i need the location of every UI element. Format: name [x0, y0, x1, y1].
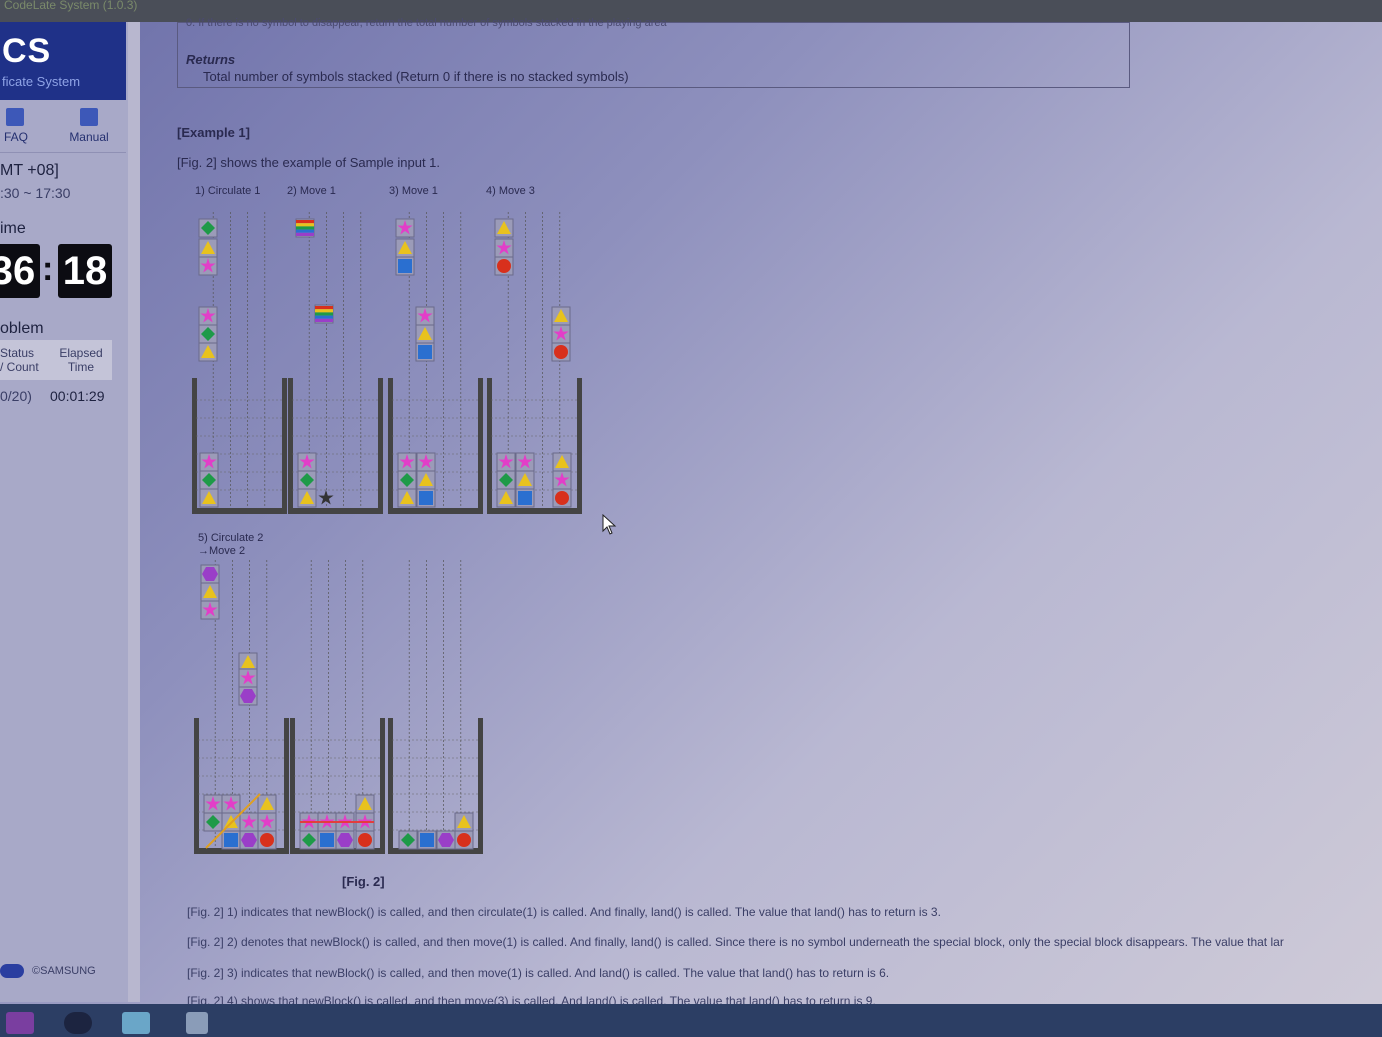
special-block-stripe — [315, 315, 333, 319]
col-elapsed-text: Elapsed Time — [59, 346, 103, 374]
timer-minutes: 36 — [0, 244, 40, 298]
window-title: CodeLate System (1.0.3) — [4, 0, 138, 12]
problem-content: 0. If there is no symbol to disappear, r… — [152, 17, 1382, 1004]
brand-header: CS ficate System — [0, 22, 126, 100]
samsung-text: ©SAMSUNG — [32, 964, 96, 977]
special-block-stripe — [296, 223, 314, 227]
problem-row[interactable]: 0/20) 00:01:29 — [0, 388, 105, 404]
sidebar-splitter[interactable] — [128, 22, 140, 1002]
field-wall-left — [388, 718, 393, 848]
square-symbol — [420, 833, 434, 847]
row-elapsed: 00:01:29 — [50, 388, 105, 404]
field-wall-right — [478, 378, 483, 508]
special-block-stripe — [296, 220, 314, 224]
field-wall-right — [282, 378, 287, 508]
mouse-cursor-icon — [602, 514, 617, 535]
star-symbol — [318, 490, 334, 505]
circle-symbol — [497, 259, 511, 273]
field-floor — [388, 508, 483, 514]
square-symbol — [398, 259, 412, 273]
paragraph-1: [Fig. 2] 1) indicates that newBlock() is… — [187, 905, 941, 919]
col-status-text: Status / Count — [0, 346, 39, 374]
faq-icon — [6, 108, 24, 126]
fig-2-diagram — [192, 212, 582, 854]
field-wall-right — [577, 378, 582, 508]
field-floor — [192, 508, 287, 514]
field-floor — [487, 508, 582, 514]
faq-label: FAQ — [4, 130, 29, 144]
square-symbol — [418, 345, 432, 359]
special-block-stripe — [315, 318, 333, 322]
row-count: 0/20) — [0, 388, 32, 404]
circle-symbol — [555, 491, 569, 505]
circle-symbol — [358, 833, 372, 847]
col-status: Status / Count — [0, 346, 39, 374]
faq-button[interactable]: FAQ — [4, 108, 29, 144]
problem-table-header: Status / Count Elapsed Time — [0, 340, 112, 380]
sidebar: CS ficate System FAQ Manual MT +08] :30 … — [0, 22, 128, 1002]
app-subtitle: ficate System — [2, 74, 81, 89]
calculator-icon[interactable] — [186, 1012, 208, 1034]
square-symbol — [224, 833, 238, 847]
samsung-logo-icon — [0, 964, 24, 978]
field-wall-left — [290, 718, 295, 848]
paragraph-4: [Fig. 2] 4) shows that newBlock() is cal… — [187, 994, 876, 1004]
special-block-stripe — [296, 229, 314, 233]
circle-symbol — [260, 833, 274, 847]
eclipse-icon[interactable] — [64, 1012, 92, 1034]
fig-caption: [Fig. 2] — [342, 874, 385, 889]
field-wall-right — [478, 718, 483, 848]
special-block-stripe — [315, 306, 333, 310]
taskbar — [0, 1004, 1382, 1037]
square-symbol — [419, 491, 433, 505]
circle-symbol — [457, 833, 471, 847]
toolbar: FAQ Manual — [0, 102, 126, 153]
square-symbol — [518, 491, 532, 505]
field-wall-left — [192, 378, 197, 508]
paragraph-2: [Fig. 2] 2) denotes that newBlock() is c… — [187, 935, 1284, 949]
time-label: ime — [0, 220, 26, 237]
square-symbol — [320, 833, 334, 847]
col-elapsed: Elapsed Time — [52, 346, 110, 374]
manual-button[interactable]: Manual — [66, 108, 112, 144]
special-block-stripe — [315, 312, 333, 316]
field-wall-left — [194, 718, 199, 848]
paragraph-3: [Fig. 2] 3) indicates that newBlock() is… — [187, 966, 890, 980]
notepad-icon[interactable] — [122, 1012, 150, 1034]
special-block-stripe — [296, 232, 314, 236]
field-wall-left — [487, 378, 492, 508]
timer-colon: : — [42, 250, 54, 288]
manual-icon — [80, 108, 98, 126]
timer-seconds: 18 — [58, 244, 112, 298]
circle-symbol — [554, 345, 568, 359]
special-block-stripe — [315, 309, 333, 313]
field-wall-right — [284, 718, 289, 848]
timezone: MT +08] — [0, 162, 59, 179]
field-wall-right — [380, 718, 385, 848]
field-wall-left — [388, 378, 393, 508]
field-wall-right — [378, 378, 383, 508]
field-wall-left — [288, 378, 293, 508]
special-block-stripe — [296, 226, 314, 230]
problem-label: oblem — [0, 320, 44, 337]
visual-studio-icon[interactable] — [6, 1012, 34, 1034]
manual-label: Manual — [69, 130, 109, 144]
exam-hours: :30 ~ 17:30 — [0, 185, 71, 201]
app-logo: CS — [2, 32, 52, 70]
field-floor — [288, 508, 383, 514]
samsung-footer: ©SAMSUNG — [0, 964, 96, 978]
